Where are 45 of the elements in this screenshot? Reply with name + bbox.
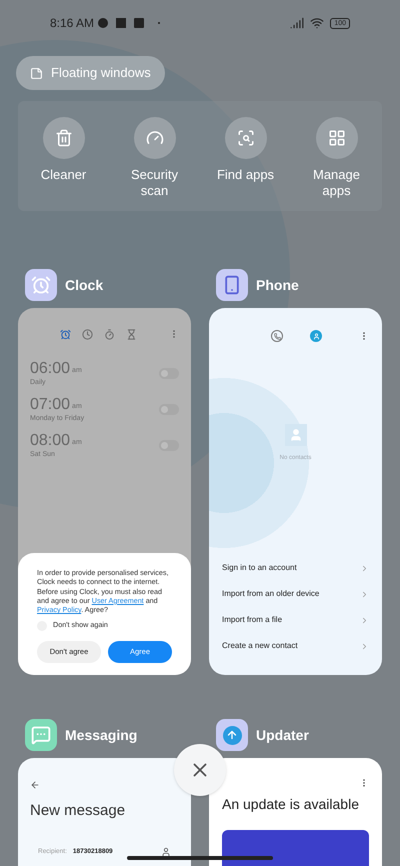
up-arrow-icon xyxy=(216,719,248,751)
notification-icon xyxy=(134,18,144,28)
shortcut-button[interactable]: Manage apps xyxy=(291,117,382,211)
menu-item[interactable]: Create a new contact xyxy=(222,639,369,653)
back-arrow-icon[interactable] xyxy=(30,780,40,790)
signal-icon xyxy=(290,16,304,30)
chat-bubble-icon xyxy=(25,719,57,751)
stopwatch-tab-icon[interactable] xyxy=(104,328,115,340)
app-name: Messaging xyxy=(65,726,138,745)
notification-icon xyxy=(98,18,108,28)
clock-tab-icon[interactable] xyxy=(82,328,93,340)
screen-title: An update is available xyxy=(222,794,360,814)
status-time: 8:16 AM xyxy=(50,15,94,32)
chevron-icon xyxy=(360,616,369,624)
smartphone-icon xyxy=(216,269,248,301)
gauge-icon xyxy=(146,129,164,147)
shortcut-button[interactable]: Find apps xyxy=(200,117,291,211)
app-name: Clock xyxy=(65,276,104,294)
shortcut-button[interactable]: Cleaner xyxy=(18,117,109,211)
shortcut-button[interactable]: Security scan xyxy=(109,117,200,211)
trash-icon xyxy=(54,129,72,147)
alarm-tab-icon[interactable] xyxy=(60,328,71,340)
alarm-time: 07:00 xyxy=(30,396,70,414)
menu-item[interactable]: Import from an older device xyxy=(222,587,369,601)
grid-icon xyxy=(328,129,346,147)
alarm-time: 08:00 xyxy=(30,432,70,450)
chevron-icon xyxy=(360,564,369,572)
alarm-time: 06:00 xyxy=(30,360,70,378)
chevron-icon xyxy=(360,642,369,650)
alarm-clock-icon xyxy=(25,269,57,301)
contact-icon[interactable] xyxy=(161,846,171,856)
menu-item[interactable]: Import from a file xyxy=(222,613,369,627)
notification-icon xyxy=(116,18,126,28)
app-preview-card[interactable]: An update is available xyxy=(209,758,382,866)
calls-tab-icon[interactable] xyxy=(271,330,283,342)
app-name: Phone xyxy=(256,276,299,294)
contacts-tab-icon[interactable] xyxy=(310,330,322,342)
screen-title: New message xyxy=(30,801,126,821)
timer-tab-icon[interactable] xyxy=(126,328,137,340)
wifi-icon xyxy=(310,16,324,30)
chevron-icon xyxy=(360,590,369,598)
app-preview-card[interactable] xyxy=(18,308,191,675)
app-name: Updater xyxy=(256,726,309,745)
contact-placeholder-icon xyxy=(284,424,306,446)
menu-item[interactable]: Sign in to an account xyxy=(222,561,369,575)
